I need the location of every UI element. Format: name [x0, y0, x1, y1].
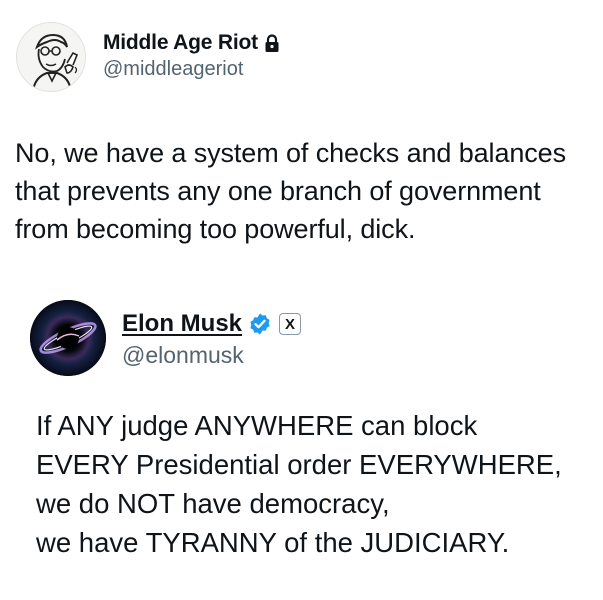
quoted-display-name[interactable]: Elon Musk [122, 310, 242, 338]
middle-age-riot-avatar[interactable] [16, 22, 86, 92]
quoted-post-line: we do NOT have democracy, [36, 488, 390, 519]
quoted-post-line: If ANY judge ANYWHERE can block [36, 410, 478, 441]
quoted-name-row: Elon Musk X [122, 310, 302, 338]
cartoon-man-avatar-icon [17, 23, 85, 91]
elon-musk-avatar[interactable] [30, 300, 106, 376]
outer-post-line: from becoming too powerful, dick. [15, 214, 416, 244]
verified-badge-icon[interactable] [248, 312, 272, 336]
lock-icon [264, 33, 280, 53]
outer-post-author: Middle Age Riot @middleageriot [103, 31, 280, 81]
author-handle[interactable]: @middleageriot [103, 58, 280, 81]
quoted-post-author: Elon Musk X @elonmusk [122, 310, 302, 369]
quoted-post-text: If ANY judge ANYWHERE can block EVERY Pr… [36, 406, 590, 562]
author-display-name[interactable]: Middle Age Riot [103, 31, 258, 55]
quoted-post-header: Elon Musk X @elonmusk [30, 300, 590, 376]
quoted-post-line: EVERY Presidential order EVERYWHERE, [36, 449, 562, 480]
quoted-post-line: we have TYRANNY of the JUDICIARY. [36, 527, 510, 558]
quoted-post[interactable]: Elon Musk X @elonmusk If ANY judge ANYWH… [30, 300, 590, 562]
outer-post-line: that prevents any one branch of governme… [15, 176, 541, 206]
x-affiliation-badge-icon[interactable]: X [279, 313, 302, 335]
outer-post-line: No, we have a system of checks and balan… [15, 138, 566, 168]
quoted-handle[interactable]: @elonmusk [122, 342, 301, 369]
outer-name-row: Middle Age Riot [103, 31, 280, 55]
outer-post-header: Middle Age Riot @middleageriot [16, 22, 280, 92]
outer-post-text: No, we have a system of checks and balan… [15, 134, 595, 248]
black-hole-avatar-icon [30, 300, 106, 376]
